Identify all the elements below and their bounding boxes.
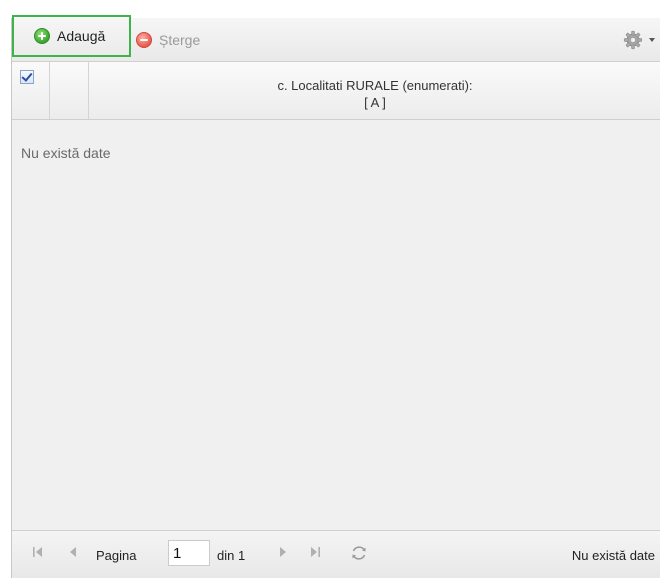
refresh-icon[interactable]: [349, 543, 369, 566]
grid-body: Nu există date: [12, 120, 660, 530]
page-count: din 1: [217, 548, 246, 563]
select-all-checkbox[interactable]: [20, 70, 34, 84]
column-header-line2: [ A ]: [364, 95, 386, 110]
pager-status: Nu există date: [571, 548, 655, 563]
header-blank-cell: [50, 62, 89, 119]
column-header-line1: c. Localitati RURALE (enumerati):: [277, 78, 473, 93]
prev-page-icon[interactable]: [68, 545, 78, 562]
next-page-icon[interactable]: [278, 545, 288, 562]
add-icon: [34, 28, 50, 44]
add-button[interactable]: Adaugă: [12, 15, 131, 57]
delete-button-label: Șterge: [159, 32, 201, 48]
last-page-icon[interactable]: [309, 545, 321, 562]
grid-panel: Adaugă Șterge c. Localitati RURALE (enum…: [11, 15, 660, 578]
add-button-label: Adaugă: [57, 28, 106, 44]
toolbar: Adaugă Șterge: [12, 15, 660, 62]
delete-button[interactable]: Șterge: [136, 28, 200, 52]
select-all-cell: [12, 62, 50, 119]
delete-icon: [136, 32, 152, 48]
empty-message: Nu există date: [21, 145, 111, 161]
pager: Pagina din 1 Nu există date: [12, 530, 660, 578]
page-number-input[interactable]: [168, 540, 210, 566]
grid-header: c. Localitati RURALE (enumerati): [ A ]: [12, 62, 660, 120]
first-page-icon[interactable]: [32, 545, 44, 562]
page-label: Pagina: [96, 548, 137, 563]
chevron-down-icon[interactable]: [649, 38, 655, 42]
column-header[interactable]: c. Localitati RURALE (enumerati): [ A ]: [89, 62, 660, 119]
gear-icon[interactable]: [623, 30, 643, 50]
